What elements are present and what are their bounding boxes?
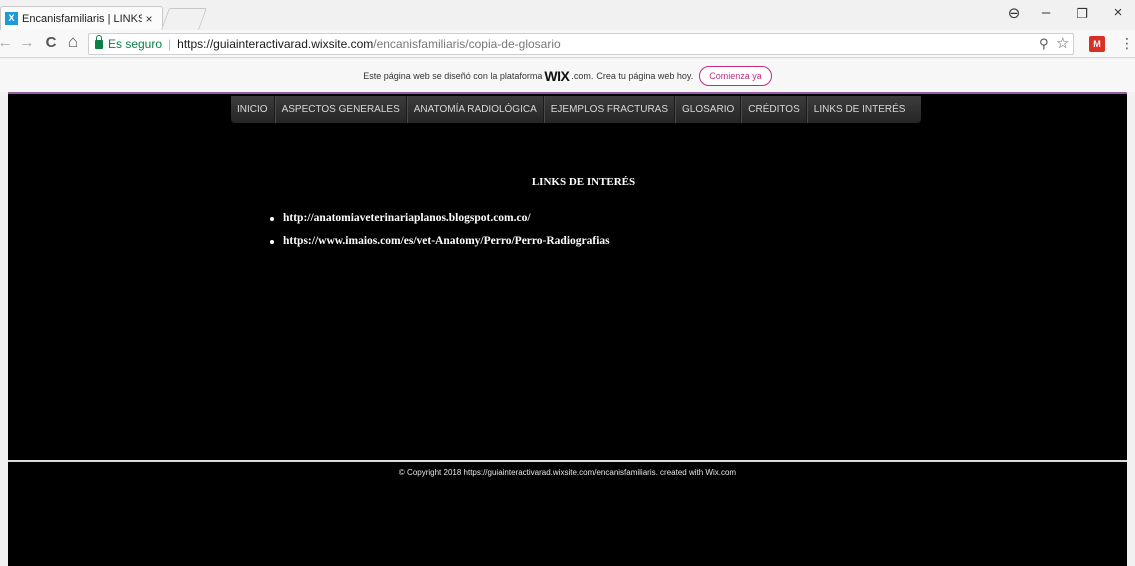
- zoom-icon[interactable]: ⚲: [1039, 34, 1049, 54]
- external-link[interactable]: http://anatomiaveterinariaplanos.blogspo…: [283, 207, 531, 230]
- close-window-icon[interactable]: ×: [1110, 4, 1126, 21]
- browser-toolbar: ← → C ⌂ Es seguro | https://guiainteract…: [0, 30, 1135, 58]
- nav-item-aspectos-generales[interactable]: ASPECTOS GENERALES: [274, 96, 407, 123]
- wix-ad-banner: Este página web se diseñó con la platafo…: [0, 59, 1135, 92]
- bookmark-star-icon[interactable]: ☆: [1056, 34, 1069, 54]
- page-body: INICIO ASPECTOS GENERALES ANATOMÍA RADIO…: [8, 92, 1127, 566]
- wix-logo: WIX: [544, 67, 570, 84]
- bullet-icon: [270, 216, 274, 221]
- banner-text-after: Crea tu página web hoy.: [596, 70, 694, 81]
- footer-copyright: © Copyright 2018 https://guiainteractiva…: [398, 468, 737, 477]
- forward-icon[interactable]: →: [18, 34, 36, 51]
- start-now-button[interactable]: Comienza ya: [699, 65, 772, 86]
- restore-icon[interactable]: ❐: [1074, 6, 1090, 22]
- url-separator: |: [168, 37, 172, 51]
- bullet-icon: [270, 239, 274, 244]
- new-tab-button[interactable]: [160, 8, 208, 30]
- extension-icon[interactable]: M: [1089, 36, 1105, 52]
- external-link[interactable]: https://www.imaios.com/es/vet-Anatomy/Pe…: [283, 230, 610, 253]
- browser-tab[interactable]: X Encanisfamiliaris | LINKS ×: [0, 6, 163, 30]
- minimize-icon[interactable]: –: [1038, 4, 1054, 21]
- home-icon[interactable]: ⌂: [64, 32, 82, 52]
- footer-divider: [8, 460, 1127, 462]
- list-item: http://anatomiaveterinariaplanos.blogspo…: [270, 207, 610, 230]
- url-path: /encanisfamiliaris/copia-de-glosario: [373, 37, 561, 51]
- nav-item-links-de-interes[interactable]: LINKS DE INTERÉS: [806, 96, 922, 123]
- browser-menu-icon[interactable]: ⋮: [1120, 35, 1134, 52]
- wix-logo-suffix: .com.: [571, 70, 594, 81]
- url-domain: https://guiainteractivarad.wixsite.com: [177, 37, 374, 51]
- links-list: http://anatomiaveterinariaplanos.blogspo…: [270, 207, 610, 253]
- address-bar[interactable]: Es seguro | https://guiainteractivarad.w…: [88, 33, 1074, 55]
- tab-close-icon[interactable]: ×: [142, 12, 156, 26]
- reload-icon[interactable]: C: [42, 34, 60, 51]
- secure-label: Es seguro: [108, 37, 163, 51]
- lock-icon: [95, 34, 103, 49]
- banner-text-before: Este página web se diseñó con la platafo…: [363, 70, 543, 81]
- page-title: LINKS DE INTERÉS: [531, 176, 636, 188]
- nav-item-inicio[interactable]: INICIO: [231, 96, 275, 123]
- nav-item-glosario[interactable]: GLOSARIO: [675, 96, 742, 123]
- wix-favicon-icon: X: [5, 12, 18, 25]
- account-icon[interactable]: ⊖: [1006, 4, 1022, 22]
- nav-item-anatomia-radiologica[interactable]: ANATOMÍA RADIOLÓGICA: [406, 96, 544, 123]
- nav-item-creditos[interactable]: CRÉDITOS: [741, 96, 807, 123]
- nav-item-ejemplos-fracturas[interactable]: EJEMPLOS FRACTURAS: [543, 96, 676, 123]
- tab-title: Encanisfamiliaris | LINKS: [22, 12, 142, 25]
- site-navigation: INICIO ASPECTOS GENERALES ANATOMÍA RADIO…: [231, 96, 922, 123]
- tab-strip: X Encanisfamiliaris | LINKS × ⊖ – ❐ ×: [0, 0, 1135, 30]
- back-icon[interactable]: ←: [0, 34, 14, 51]
- list-item: https://www.imaios.com/es/vet-Anatomy/Pe…: [270, 230, 610, 253]
